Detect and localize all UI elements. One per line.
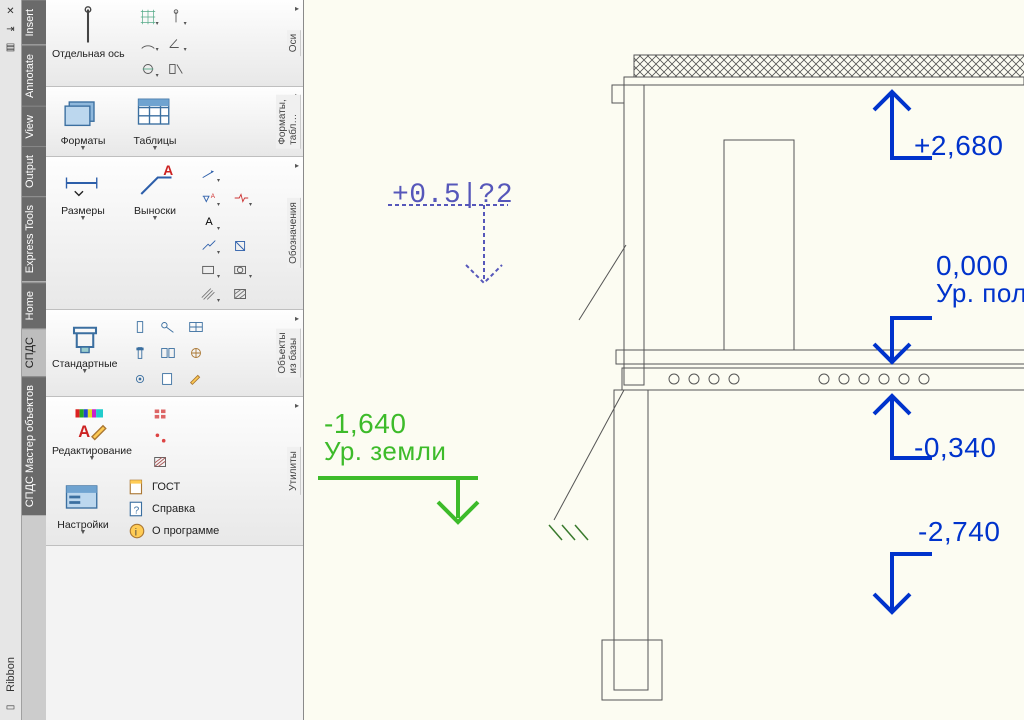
elev-editing-value[interactable]: +0.5|?2 xyxy=(392,180,513,211)
btn-gost[interactable]: ГОСТ xyxy=(128,477,219,497)
btn-bolt[interactable] xyxy=(127,342,153,364)
btn-view[interactable]: ▾ xyxy=(196,259,222,281)
svg-text:i: i xyxy=(135,528,137,539)
tab-view[interactable]: View xyxy=(22,106,46,147)
elev-ground: -1,640 Ур. земли xyxy=(324,408,446,467)
panel-title: Оси xyxy=(287,30,301,56)
btn-slope[interactable]: ▾ xyxy=(196,163,222,185)
btn-weld[interactable]: ▾ xyxy=(196,235,222,257)
btn-help[interactable]: ?Справка xyxy=(128,499,219,519)
drawing-canvas[interactable]: +0.5|?2 -1,640 Ур. земли +2,680 xyxy=(304,0,1024,720)
btn-level[interactable]: A▾ xyxy=(196,187,222,209)
btn-group[interactable] xyxy=(155,342,181,364)
btn-settings[interactable]: Настройки ▼ xyxy=(52,477,114,541)
close-icon[interactable]: ✕ xyxy=(4,4,18,18)
panel-axes: Отдельная ось ▾ ▾ ▾ ▾ ▾ ▸ Оси xyxy=(46,0,303,87)
btn-axis-single-v[interactable]: ▾ xyxy=(163,6,189,28)
elev-below2: -2,740 xyxy=(918,516,1000,548)
btn-axis-section[interactable] xyxy=(163,58,189,80)
btn-axis-arc[interactable]: ▾ xyxy=(135,32,161,54)
panel-expand-icon[interactable]: ▸ xyxy=(295,4,299,13)
tab-spds[interactable]: СПДС xyxy=(22,328,46,376)
btn-axis-circ[interactable]: ▾ xyxy=(135,58,161,80)
palette-titlebar: ✕ ⇥ ▤ Ribbon ▭ xyxy=(0,0,22,720)
btn-break[interactable]: ▾ xyxy=(228,187,254,209)
tab-annotate[interactable]: Annotate xyxy=(22,45,46,106)
elev-floor-arrow xyxy=(852,312,932,372)
ribbon-tabs: Insert Annotate View Output Express Tool… xyxy=(22,0,46,720)
elev-below1: -0,340 xyxy=(914,432,996,464)
panel-database: Стандартные ▼ ▸ Объекты из базы xyxy=(46,310,303,397)
elev-below2-arrow xyxy=(852,548,932,628)
svg-text:A: A xyxy=(211,193,216,200)
tab-home[interactable]: Home xyxy=(22,282,46,328)
btn-axis-grid[interactable]: ▾ xyxy=(135,6,161,28)
panel-formats: Форматы ▼ Таблицы ▼ ▸ Форматы, табл… xyxy=(46,87,303,157)
panel-title: Утилиты xyxy=(287,447,301,495)
elev-top: +2,680 xyxy=(914,130,1003,162)
btn-leaders[interactable]: A Выноски ▼ xyxy=(124,163,186,305)
palette-title: Ribbon xyxy=(5,657,17,692)
ribbon-panel: Отдельная ось ▾ ▾ ▾ ▾ ▾ ▸ Оси Форматы ▼ xyxy=(46,0,304,720)
panel-title: Форматы, табл… xyxy=(276,95,301,149)
btn-text[interactable]: A▾ xyxy=(196,211,222,233)
btn-tool1[interactable] xyxy=(183,342,209,364)
btn-sheet[interactable] xyxy=(155,368,181,390)
btn-util-hatch[interactable] xyxy=(148,451,174,473)
btn-standard[interactable]: Стандартные ▼ xyxy=(52,316,117,392)
btn-empty2 xyxy=(228,211,254,233)
tab-spds-master[interactable]: СПДС Мастер объектов xyxy=(22,376,46,515)
btn-util-grid[interactable] xyxy=(148,403,174,425)
btn-pencil[interactable] xyxy=(183,368,209,390)
tab-insert[interactable]: Insert xyxy=(22,0,46,45)
elev-floor: 0,000 Ур. пола xyxy=(936,250,1024,309)
svg-text:?: ? xyxy=(134,506,140,517)
btn-about[interactable]: iО программе xyxy=(128,521,219,541)
panel-dimensions: Размеры ▼ A Выноски ▼ ▾ A▾ ▾ A▾ ▾ ▾ ▾ ▾ xyxy=(46,157,303,310)
tab-output[interactable]: Output xyxy=(22,146,46,196)
btn-beam[interactable] xyxy=(127,316,153,338)
svg-text:A: A xyxy=(163,163,173,178)
panel-title: Обозначения xyxy=(287,198,301,268)
panel-expand-icon[interactable]: ▸ xyxy=(295,314,299,323)
tab-express-tools[interactable]: Express Tools xyxy=(22,196,46,281)
svg-text:A: A xyxy=(78,423,90,441)
btn-empty1 xyxy=(228,163,254,185)
btn-single-axis[interactable]: Отдельная ось xyxy=(52,6,125,82)
btn-grid-db[interactable] xyxy=(183,316,209,338)
menu-icon[interactable]: ▤ xyxy=(4,40,18,54)
btn-util-pt[interactable] xyxy=(148,427,174,449)
btn-gear[interactable] xyxy=(127,368,153,390)
btn-hatch2[interactable] xyxy=(228,283,254,305)
panel-expand-icon[interactable]: ▸ xyxy=(295,401,299,410)
btn-hatch[interactable]: ▾ xyxy=(196,283,222,305)
btn-viewcut[interactable]: ▾ xyxy=(228,259,254,281)
collapse-icon[interactable]: ▭ xyxy=(4,700,18,714)
btn-dimensions[interactable]: Размеры ▼ xyxy=(52,163,114,305)
btn-formats[interactable]: Форматы ▼ xyxy=(52,93,114,152)
btn-marker[interactable] xyxy=(155,316,181,338)
panel-expand-icon[interactable]: ▸ xyxy=(295,161,299,170)
btn-edit[interactable]: A Редактирование ▼ xyxy=(52,403,132,473)
panel-utilities: A Редактирование ▼ Настройки ▼ xyxy=(46,397,303,546)
btn-tables[interactable]: Таблицы ▼ xyxy=(124,93,186,152)
panel-title: Объекты из базы xyxy=(276,328,301,377)
btn-axis-angle[interactable]: ▾ xyxy=(163,32,189,54)
btn-section[interactable] xyxy=(228,235,254,257)
expand-icon[interactable]: ⇥ xyxy=(4,22,18,36)
